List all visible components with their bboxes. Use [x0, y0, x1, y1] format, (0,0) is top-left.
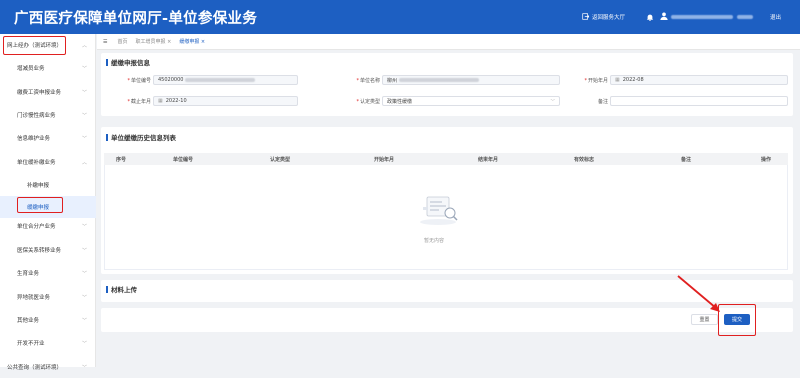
close-icon[interactable]: × — [167, 39, 171, 45]
sidebar-item-not-open[interactable]: 开发不开业 ﹀ — [0, 332, 96, 354]
chevron-down-icon: ﹀ — [81, 113, 87, 119]
history-title: 单位缓缴历史信息列表 — [106, 132, 176, 142]
end-month-label: *截止年月 — [127, 99, 151, 105]
type-value: 政策性缓缴 — [387, 98, 413, 105]
user-role-redacted — [737, 15, 753, 19]
tab-bar: ☰ 首页 职工增员申报 × 缓缴申报 × — [97, 34, 800, 50]
start-month-value: 2022-08 — [622, 77, 644, 83]
col-remark: 备注 — [680, 156, 691, 163]
end-month-field[interactable]: ▦ 2022-10 — [153, 96, 298, 106]
type-label: *认定类型 — [356, 99, 380, 105]
remark-label: 备注 — [597, 99, 608, 105]
tab-deferral-declaration[interactable]: 缓缴申报 × — [179, 38, 205, 45]
calendar-icon: ▦ — [615, 77, 620, 83]
sidebar-item-label: 增减员业务 — [17, 66, 45, 72]
user-menu[interactable] — [660, 0, 753, 34]
chevron-down-icon: ﹀ — [81, 295, 87, 301]
back-to-hall-label: 返回服务大厅 — [592, 15, 626, 21]
col-end: 结束年月 — [477, 156, 498, 163]
sidebar-item-label: 门诊慢性病业务 — [17, 113, 56, 119]
sidebar-item-offsite-medical[interactable]: 异地就医业务 ﹀ — [0, 286, 96, 308]
start-month-field[interactable]: ▦ 2022-08 — [610, 75, 788, 85]
sidebar-item-wage-declaration[interactable]: 缴费工资申报业务 ﹀ — [0, 81, 96, 103]
chevron-down-icon: ﹀ — [81, 66, 87, 72]
sidebar-item-label: 单位合分户业务 — [17, 224, 56, 230]
type-select[interactable]: 政策性缓缴 ﹀ — [382, 96, 560, 106]
sidebar-item-label: 信息维护业务 — [17, 136, 51, 142]
sidebar-item-label: 医保关系转移业务 — [17, 248, 62, 254]
sidebar-item-label: 补缴申报 — [27, 183, 50, 189]
sidebar-item-label: 异地就医业务 — [17, 295, 51, 301]
sidebar-item-label: 生育业务 — [17, 271, 40, 277]
col-action: 操作 — [760, 156, 771, 163]
sidebar-item-staff-change[interactable]: 增减员业务 ﹀ — [0, 57, 96, 79]
user-name-redacted — [671, 15, 733, 19]
chevron-down-icon: ﹀ — [81, 341, 87, 347]
tab-label: 缓缴申报 — [179, 39, 200, 45]
col-type: 认定类型 — [269, 156, 290, 163]
history-table-header: 序号 单位编号 认定类型 开始年月 结束年月 有效标志 备注 操作 — [104, 153, 788, 165]
unit-no-label: *单位编号 — [127, 78, 151, 84]
sidebar-item-label: 公共查询（测试环境） — [7, 365, 63, 371]
start-month-label: *开始年月 — [584, 78, 608, 84]
tab-home[interactable]: 首页 — [117, 38, 127, 45]
sidebar-item-label: 单位缓补缴业务 — [17, 160, 56, 166]
bell-icon[interactable] — [646, 0, 654, 34]
chevron-down-icon: ﹀ — [81, 318, 87, 324]
col-unit-no: 单位编号 — [172, 156, 193, 163]
unit-name-field[interactable]: 柳州 — [382, 75, 560, 85]
sidebar-item-deferred-payment[interactable]: 单位缓补缴业务 ︿ — [0, 151, 96, 173]
user-icon — [660, 12, 668, 22]
unit-no-value: 45020000 — [158, 77, 184, 83]
tab-label: 职工增员申报 — [135, 39, 166, 45]
back-to-hall-link[interactable]: 返回服务大厅 — [582, 0, 625, 34]
menu-toggle-icon[interactable]: ☰ — [103, 39, 107, 45]
unit-name-value: 柳州 — [387, 77, 398, 84]
sidebar-item-other[interactable]: 其他业务 ﹀ — [0, 309, 96, 331]
col-start: 开始年月 — [373, 156, 394, 163]
sidebar-item-label: 缴费工资申报业务 — [17, 90, 62, 96]
chevron-down-icon: ﹀ — [81, 248, 87, 254]
logout-button[interactable]: 退出 — [770, 0, 781, 34]
tab-staff-increase[interactable]: 职工增员申报 × — [136, 38, 172, 45]
end-month-value: 2022-10 — [165, 98, 187, 104]
chevron-down-icon: ﹀ — [81, 224, 87, 230]
sidebar-item-info-maintenance[interactable]: 信息维护业务 ﹀ — [0, 127, 96, 149]
exit-box-icon — [582, 12, 590, 22]
annotation-arrow-icon — [677, 275, 720, 312]
sidebar-item-maternity[interactable]: 生育业务 ﹀ — [0, 262, 96, 284]
col-seq: 序号 — [115, 156, 126, 163]
chevron-down-icon: ﹀ — [81, 136, 87, 142]
materials-title: 材料上传 — [106, 284, 137, 294]
annotation-box-online-service — [3, 36, 66, 55]
sidebar-item-public-query[interactable]: 公共查询（测试环境） ﹀ — [0, 356, 96, 378]
chevron-down-icon: ﹀ — [81, 90, 87, 96]
sidebar-item-label: 开发不开业 — [17, 341, 45, 347]
calendar-icon: ▦ — [158, 98, 163, 104]
unit-name-label: *单位名称 — [356, 78, 380, 84]
annotation-box-deferral-declaration — [17, 197, 63, 213]
empty-text: 暂无内容 — [423, 238, 444, 244]
sidebar-item-merge-split[interactable]: 单位合分户业务 ﹀ — [0, 215, 96, 237]
deferral-info-title: 缓缴申报信息 — [106, 57, 150, 67]
close-icon[interactable]: × — [201, 39, 205, 45]
app-title: 广西医疗保障单位网厅-单位参保业务 — [14, 11, 258, 27]
sidebar-item-supplementary-payment[interactable]: 补缴申报 — [0, 174, 96, 196]
col-valid: 有效标志 — [573, 156, 594, 163]
empty-data-icon — [418, 191, 462, 227]
chevron-up-icon: ︿ — [81, 43, 87, 49]
chevron-up-icon: ︿ — [81, 160, 87, 166]
sidebar-item-label: 其他业务 — [17, 318, 40, 324]
sidebar-item-chronic-disease[interactable]: 门诊慢性病业务 ﹀ — [0, 104, 96, 126]
chevron-down-icon: ﹀ — [81, 365, 87, 371]
chevron-down-icon: ﹀ — [550, 100, 556, 105]
unit-name-redacted — [399, 78, 480, 82]
top-header: 广西医疗保障单位网厅-单位参保业务 返回服务大厅 退出 — [0, 0, 800, 34]
sidebar-item-transfer[interactable]: 医保关系转移业务 ﹀ — [0, 239, 96, 261]
chevron-down-icon: ﹀ — [81, 271, 87, 277]
remark-input[interactable] — [610, 96, 788, 106]
unit-no-field[interactable]: 45020000 — [153, 75, 298, 85]
unit-no-redacted — [185, 78, 256, 82]
